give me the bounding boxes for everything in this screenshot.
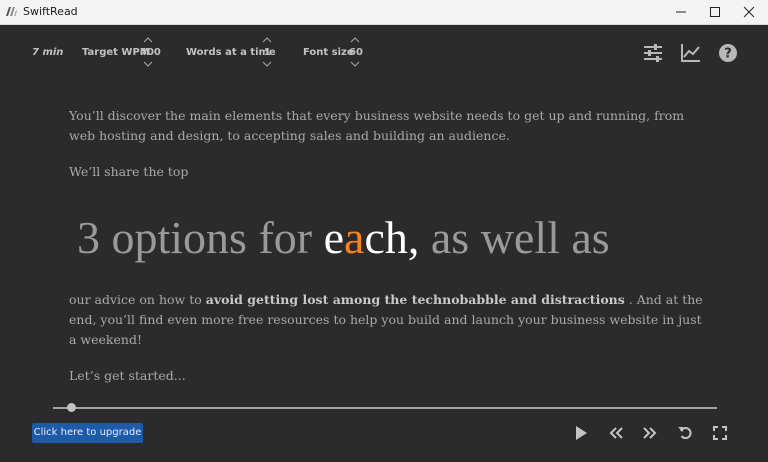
maximize-button[interactable] [698,0,732,24]
restart-icon[interactable] [677,425,693,441]
font-size-label: Font size [303,47,354,58]
svg-text:?: ? [724,47,732,62]
chevron-up-icon[interactable] [262,37,272,43]
upgrade-button[interactable]: Click here to upgrade [32,423,143,443]
paragraph-1: You’ll discover the main elements that e… [69,108,685,143]
target-wpm-stepper[interactable]: 400 [139,37,161,69]
close-button[interactable] [732,0,766,24]
app-icon [6,7,17,16]
sliders-icon[interactable] [643,43,663,63]
chevron-down-icon[interactable] [143,61,153,67]
focus-pivot-letter: a [344,212,365,263]
paragraph-2: We’ll share the top [69,164,189,179]
words-at-a-time-value: 1 [264,47,271,58]
font-size-value: 60 [349,47,363,58]
progress-thumb[interactable] [67,403,76,412]
target-wpm-value: 400 [140,47,161,58]
minimize-icon [676,11,686,13]
chevron-down-icon[interactable] [262,61,272,67]
title-bar: SwiftRead [0,0,768,25]
fast-forward-icon[interactable] [642,425,658,441]
chevron-up-icon[interactable] [143,37,153,43]
focus-word-start: e [323,212,345,263]
fullscreen-icon[interactable] [712,425,728,441]
estimated-time: 7 min [32,47,64,58]
focus-before: 3 options for [77,212,324,263]
focus-word-end: ch, [364,212,420,263]
maximize-icon [710,7,720,17]
chart-icon[interactable] [681,43,701,63]
chevron-up-icon[interactable] [350,37,360,43]
minimize-button[interactable] [664,0,698,24]
paragraph-3-start: our advice on how to [69,292,206,307]
paragraph-4: Let’s get started... [69,368,186,383]
rewind-icon[interactable] [608,425,624,441]
help-icon[interactable]: ? [718,43,738,63]
chevron-down-icon[interactable] [350,61,360,67]
window-title: SwiftRead [23,5,78,18]
progress-track[interactable] [53,407,717,409]
play-icon[interactable] [573,425,589,441]
focus-words: 3 options for each, as well as [77,211,610,264]
reader-area: 7 min Target WPM 400 Words at a time 1 F… [1,25,767,461]
paragraph-3: our advice on how to avoid getting lost … [69,290,709,350]
focus-after: as well as [419,212,610,263]
words-at-a-time-stepper[interactable]: 1 [261,37,277,69]
close-icon [743,6,755,18]
font-size-stepper[interactable]: 60 [348,37,366,69]
paragraph-3-bold: avoid getting lost among the technobabbl… [205,292,625,307]
